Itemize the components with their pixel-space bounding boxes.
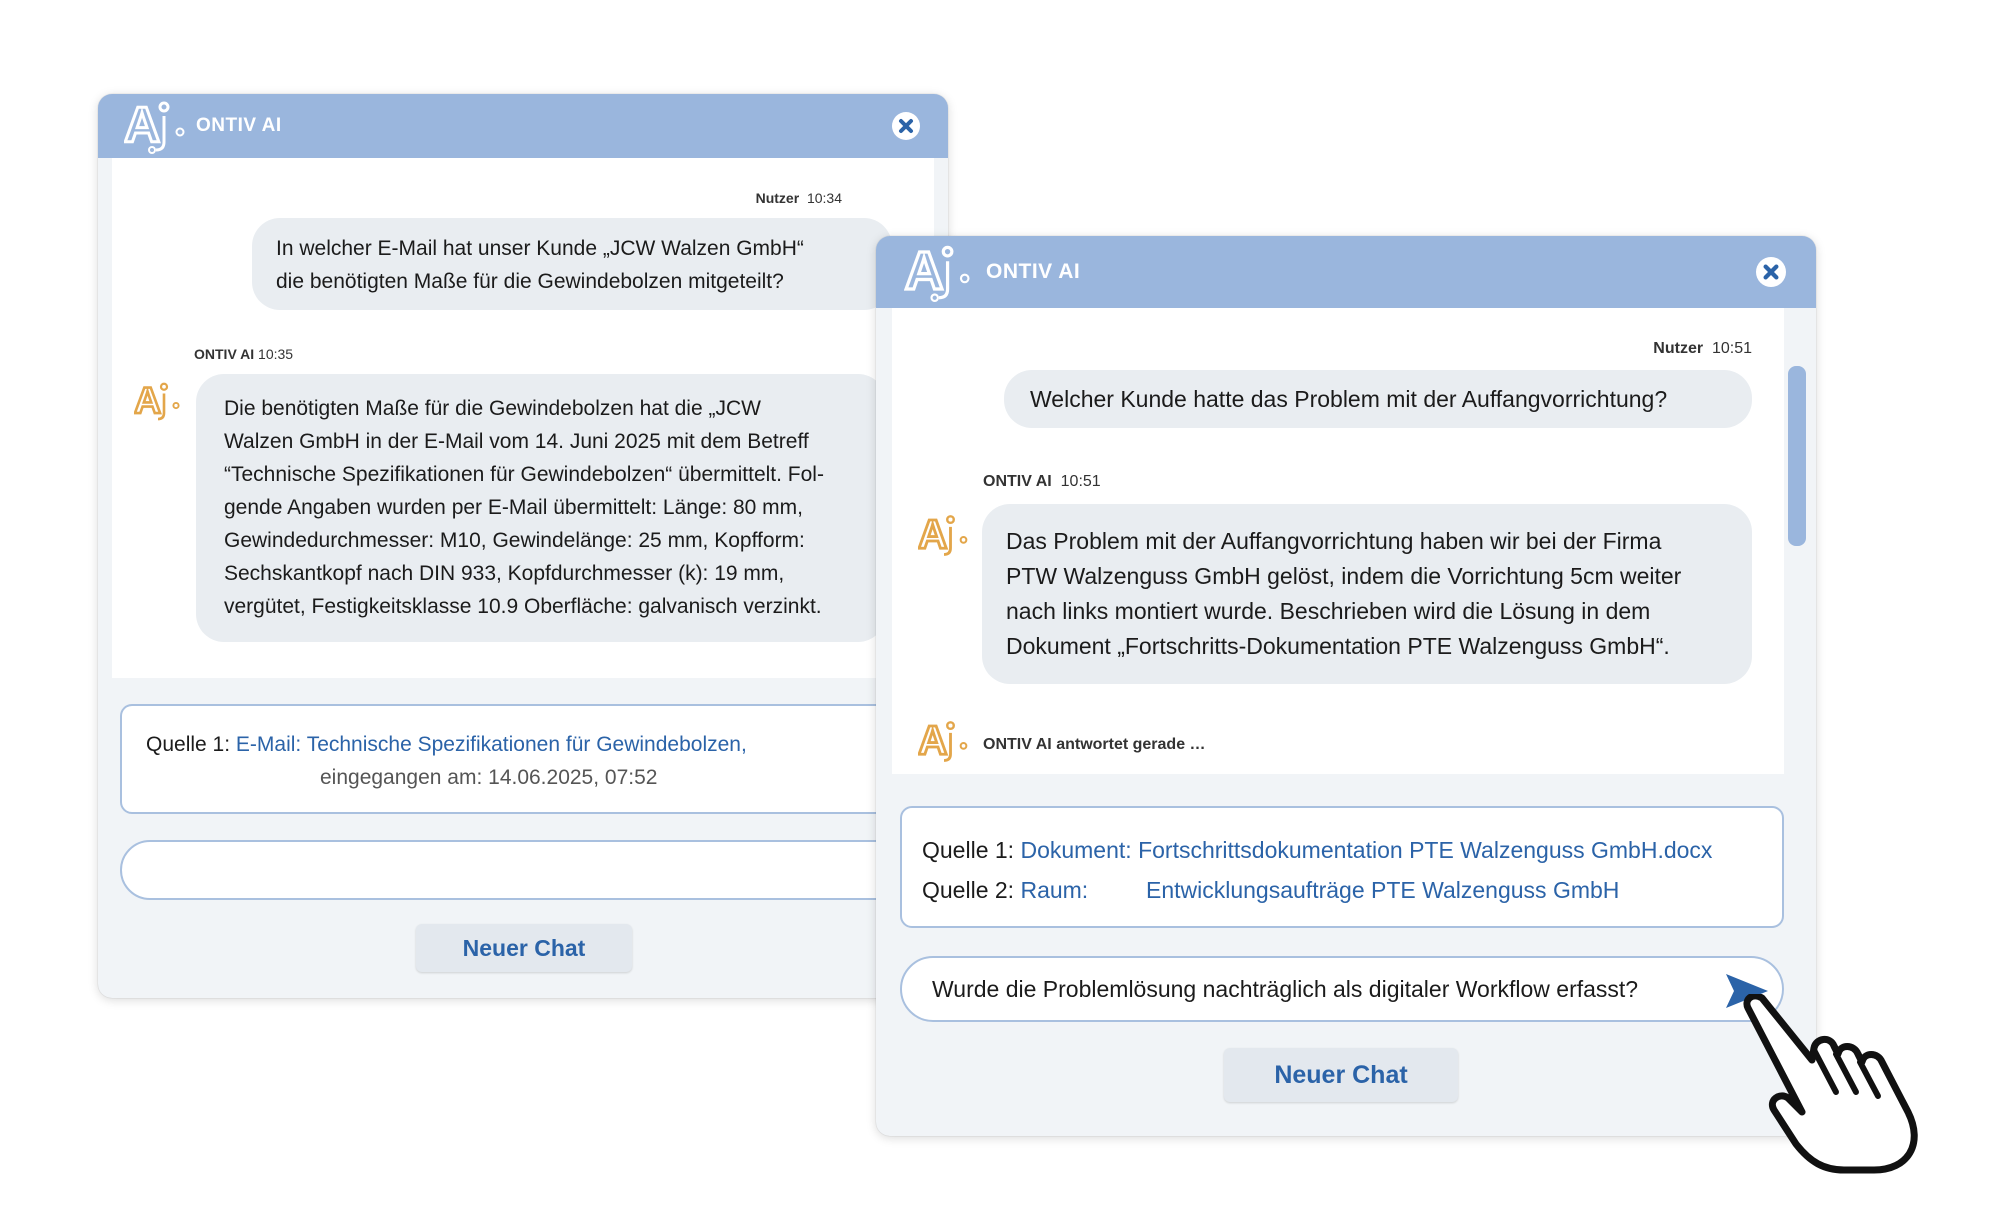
ai-message-bubble: Die benötigten Maße für die Gewindebolze… — [196, 374, 886, 642]
user-message-meta: Nutzer 10:51 — [1653, 340, 1752, 357]
ai-message-line: Walzen GmbH in der E-Mail vom 14. Juni 2… — [224, 430, 809, 453]
ai-message-bubble: Das Problem mit der Auffangvorrichtung h… — [982, 504, 1752, 684]
hand-pointer-icon — [1740, 992, 1940, 1179]
source-type: Dokument: — [1020, 837, 1132, 863]
message-input[interactable] — [120, 840, 940, 900]
ai-message-line: Das Problem mit der Auffangvorrichtung h… — [1006, 528, 1662, 554]
svg-text:A: A — [134, 380, 161, 421]
sources-box: Quelle 1: Dokument: Fortschrittsdokument… — [900, 806, 1784, 928]
user-message-line: In welcher E-Mail hat unser Kunde „JCW W… — [276, 237, 804, 260]
new-chat-button[interactable]: Neuer Chat — [1224, 1048, 1458, 1102]
source-label: Quelle 1: — [146, 733, 231, 756]
new-chat-button[interactable]: Neuer Chat — [416, 924, 632, 972]
ai-logo-icon: A — [904, 242, 974, 302]
typing-status: ONTIV AI antwortet gerade … — [983, 736, 1206, 753]
source-link[interactable]: E-Mail: Technische Spezifikationen für G… — [236, 733, 747, 756]
window-header: A ONTIV AI — [876, 236, 1816, 308]
svg-text:A: A — [918, 718, 947, 763]
user-message-bubble: In welcher E-Mail hat unser Kunde „JCW W… — [252, 218, 892, 310]
source-link[interactable]: Fortschrittsdokumentation PTE Walzenguss… — [1138, 837, 1712, 863]
window-title: ONTIV AI — [196, 115, 282, 136]
svg-text:A: A — [124, 98, 160, 153]
close-button[interactable] — [1756, 257, 1786, 287]
ai-message-line: vergütet, Festigkeitsklasse 10.9 Oberflä… — [224, 595, 822, 618]
window-title: ONTIV AI — [986, 260, 1081, 283]
chat-window-2: A ONTIV AI Nutzer 10:51 Welcher Kunde ha… — [876, 236, 1816, 1136]
message-input-text: Wurde die Problemlösung nachträglich als… — [932, 975, 1639, 1002]
source-item: Quelle 1: Dokument: Fortschrittsdokument… — [922, 830, 1762, 870]
ai-message-line: “Technische Spezifikationen für Gewindeb… — [224, 463, 824, 486]
source-item: Quelle 1: E-Mail: Technische Spezifikati… — [146, 728, 914, 761]
sources-box: Quelle 1: E-Mail: Technische Spezifikati… — [120, 704, 940, 814]
ai-logo-icon: A — [124, 98, 188, 154]
message-input[interactable]: Wurde die Problemlösung nachträglich als… — [900, 956, 1784, 1022]
ai-avatar-icon: A — [133, 378, 182, 427]
svg-text:A: A — [918, 512, 947, 557]
ai-message-line: Dokument „Fortschritts-Dokumentation PTE… — [1006, 633, 1670, 659]
source-detail: eingegangen am: 14.06.2025, 07:52 — [320, 766, 658, 789]
ai-avatar-icon: A — [917, 716, 970, 769]
scrollbar-thumb[interactable] — [1788, 366, 1806, 546]
source-item: Quelle 2: Raum: Entwicklungsaufträge PTE… — [922, 870, 1762, 910]
source-label: Quelle 2: — [922, 877, 1015, 903]
window-header: A ONTIV AI — [98, 94, 948, 158]
close-icon — [1757, 258, 1785, 286]
ai-message-line: gende Angaben wurden per E-Mail übermitt… — [224, 496, 804, 519]
user-message-bubble: Welcher Kunde hatte das Problem mit der … — [1004, 370, 1752, 428]
chat-window-1: A ONTIV AI Nutzer 10:34 In welcher E-Mai… — [98, 94, 948, 998]
source-link[interactable]: Entwicklungsaufträge PTE Walzenguss GmbH — [1146, 870, 1619, 910]
ai-message-line: Gewindedurchmesser: M10, Gewindelänge: 2… — [224, 529, 805, 552]
source-label: Quelle 1: — [922, 837, 1015, 863]
ai-message-line: PTW Walzenguss GmbH gelöst, indem die Vo… — [1006, 563, 1682, 589]
svg-text:A: A — [905, 242, 944, 301]
user-message-line: die benötigten Maße für die Gewindebolze… — [276, 270, 784, 293]
user-message-meta: Nutzer 10:34 — [755, 190, 842, 206]
ai-message-line: Die benötigten Maße für die Gewindebolze… — [224, 397, 761, 420]
message-panel: Nutzer 10:34 In welcher E-Mail hat unser… — [112, 158, 934, 678]
user-message-text: Welcher Kunde hatte das Problem mit der … — [1030, 386, 1668, 412]
message-panel: Nutzer 10:51 Welcher Kunde hatte das Pro… — [892, 308, 1784, 774]
ai-message-line: nach links montiert wurde. Beschrieben w… — [1006, 598, 1651, 624]
source-type: Raum: — [1020, 877, 1089, 903]
ai-avatar-icon: A — [917, 510, 970, 563]
ai-message-meta: ONTIV AI 10:35 — [194, 346, 294, 362]
close-button[interactable] — [892, 112, 920, 140]
ai-message-line: Sechskantkopf nach DIN 933, Kopfdurchmes… — [224, 562, 785, 585]
close-icon — [893, 113, 919, 139]
ai-message-meta: ONTIV AI 10:51 — [983, 473, 1101, 490]
